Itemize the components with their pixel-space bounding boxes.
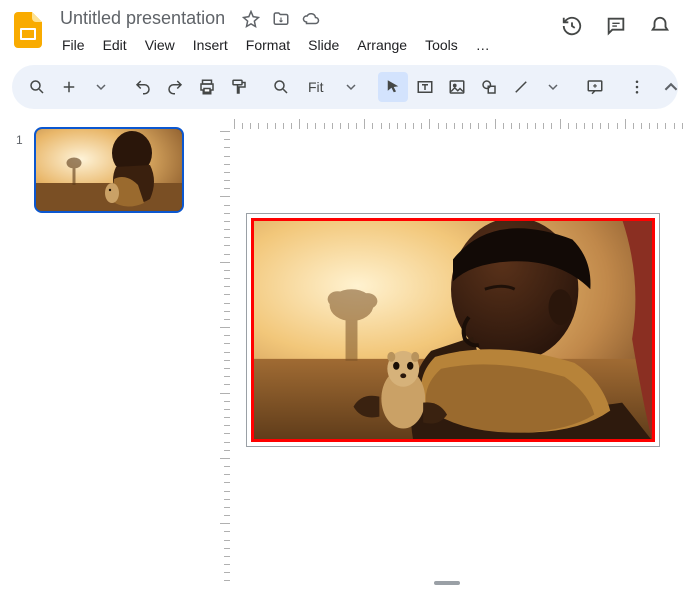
thumbnail-row: 1 [16, 127, 196, 213]
line-icon[interactable] [506, 72, 536, 102]
undo-icon[interactable] [128, 72, 158, 102]
horizontal-ruler[interactable]: for(let i=0;i<56;i++)document.write('<di… [234, 115, 690, 131]
line-dropdown[interactable] [538, 72, 568, 102]
slide-canvas[interactable] [246, 213, 660, 447]
app-root: Untitled presentation File Edit View Ins… [0, 0, 690, 589]
notification-icon[interactable] [646, 12, 674, 40]
menu-view[interactable]: View [137, 33, 183, 57]
header-right [558, 6, 680, 40]
zoom-control[interactable]: Fit [266, 72, 366, 102]
slide-thumbnail-1[interactable] [34, 127, 184, 213]
redo-icon[interactable] [160, 72, 190, 102]
cloud-status-icon[interactable] [301, 9, 321, 29]
menu-slide[interactable]: Slide [300, 33, 347, 57]
image-icon[interactable] [442, 72, 472, 102]
thumbnail-number: 1 [16, 133, 26, 213]
comments-icon[interactable] [602, 12, 630, 40]
paint-format-icon[interactable] [224, 72, 254, 102]
menu-tools[interactable]: Tools [417, 33, 466, 57]
textbox-icon[interactable] [410, 72, 440, 102]
menu-bar: File Edit View Insert Format Slide Arran… [54, 33, 558, 57]
canvas-area: for(let i=0;i<56;i++)document.write('<di… [204, 115, 690, 589]
title-block: Untitled presentation File Edit View Ins… [54, 6, 558, 57]
title-row: Untitled presentation [54, 6, 558, 31]
star-icon[interactable] [241, 9, 261, 29]
print-icon[interactable] [192, 72, 222, 102]
zoom-icon[interactable] [266, 72, 296, 102]
zoom-label: Fit [302, 79, 330, 95]
zoom-dropdown[interactable] [336, 82, 366, 92]
menu-insert[interactable]: Insert [185, 33, 236, 57]
vertical-ruler[interactable]: for(let i=0;i<56;i++)document.write('<di… [216, 131, 232, 589]
slide-image-selected[interactable] [251, 218, 655, 442]
more-options-icon[interactable] [622, 72, 652, 102]
history-icon[interactable] [558, 12, 586, 40]
presentation-title[interactable]: Untitled presentation [54, 6, 231, 31]
collapse-toolbar-icon[interactable] [656, 72, 686, 102]
header: Untitled presentation File Edit View Ins… [0, 0, 690, 57]
menu-edit[interactable]: Edit [95, 33, 135, 57]
filmstrip: 1 [0, 115, 204, 589]
editor: 1 [0, 115, 690, 589]
move-folder-icon[interactable] [271, 9, 291, 29]
toolbar: Fit [12, 65, 678, 109]
new-slide-button[interactable] [54, 72, 84, 102]
menu-format[interactable]: Format [238, 33, 298, 57]
menu-file[interactable]: File [54, 33, 93, 57]
menu-arrange[interactable]: Arrange [349, 33, 415, 57]
shape-icon[interactable] [474, 72, 504, 102]
search-icon[interactable] [22, 72, 52, 102]
comment-add-icon[interactable] [580, 72, 610, 102]
speaker-notes-resize-handle[interactable] [434, 581, 460, 585]
new-slide-dropdown[interactable] [86, 72, 116, 102]
slides-logo[interactable] [10, 12, 46, 48]
menu-more[interactable]: … [468, 33, 498, 57]
select-tool-icon[interactable] [378, 72, 408, 102]
